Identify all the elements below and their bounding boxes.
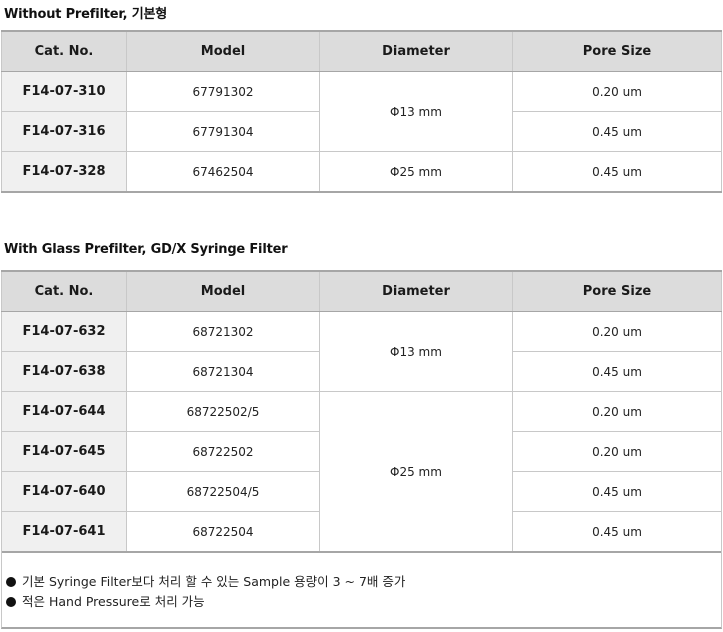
note-text: 기본 Syringe Filter보다 처리 할 수 있는 Sample 용량이… bbox=[22, 574, 406, 589]
pore-size-cell: 0.45 um bbox=[512, 151, 722, 193]
cat-no-cell: F14-07-644 bbox=[1, 391, 127, 432]
section-title-glass-prefilter: With Glass Prefilter, GD/X Syringe Filte… bbox=[4, 242, 288, 257]
header-diameter: Diameter bbox=[319, 30, 513, 72]
header-model: Model bbox=[126, 30, 320, 72]
model-cell: 68722502/5 bbox=[126, 391, 320, 432]
header-cat-no: Cat. No. bbox=[1, 30, 127, 72]
header-model: Model bbox=[126, 270, 320, 312]
section-title-without-prefilter: Without Prefilter, 기본형 bbox=[4, 7, 167, 22]
table-row: F14-07-644 68722502/5 Φ25 mm 0.20 um bbox=[1, 391, 722, 553]
pore-size-cell: 0.20 um bbox=[512, 431, 722, 472]
bullet-icon bbox=[6, 577, 16, 587]
header-pore-size: Pore Size bbox=[512, 270, 722, 312]
pore-size-cell: 0.45 um bbox=[512, 511, 722, 553]
model-cell: 67462504 bbox=[126, 151, 320, 193]
spec-table-glass-prefilter: Cat. No. Model Diameter Pore Size F14-07… bbox=[1, 270, 722, 553]
model-cell: 68721304 bbox=[126, 351, 320, 392]
bullet-icon bbox=[6, 597, 16, 607]
pore-size-cell: 0.20 um bbox=[512, 71, 722, 112]
note-item: 기본 Syringe Filter보다 처리 할 수 있는 Sample 용량이… bbox=[6, 571, 405, 590]
pore-size-cell: 0.45 um bbox=[512, 111, 722, 152]
model-cell: 67791302 bbox=[126, 71, 320, 112]
model-cell: 68721302 bbox=[126, 311, 320, 352]
cat-no-cell: F14-07-641 bbox=[1, 511, 127, 553]
pore-size-cell: 0.20 um bbox=[512, 391, 722, 432]
table-row: F14-07-310 67791302 Φ13 mm 0.20 um bbox=[1, 71, 722, 152]
table-row: F14-07-328 67462504 Φ25 mm 0.45 um bbox=[1, 151, 722, 193]
cat-no-cell: F14-07-310 bbox=[1, 71, 127, 112]
model-cell: 68722504 bbox=[126, 511, 320, 553]
model-cell: 67791304 bbox=[126, 111, 320, 152]
cat-no-cell: F14-07-316 bbox=[1, 111, 127, 152]
model-cell: 68722504/5 bbox=[126, 471, 320, 512]
diameter-cell: Φ13 mm bbox=[319, 311, 513, 392]
notes-box: 기본 Syringe Filter보다 처리 할 수 있는 Sample 용량이… bbox=[1, 551, 722, 629]
header-cat-no: Cat. No. bbox=[1, 270, 127, 312]
header-pore-size: Pore Size bbox=[512, 30, 722, 72]
cat-no-cell: F14-07-638 bbox=[1, 351, 127, 392]
diameter-cell: Φ13 mm bbox=[319, 71, 513, 152]
cat-no-cell: F14-07-640 bbox=[1, 471, 127, 512]
pore-size-cell: 0.45 um bbox=[512, 351, 722, 392]
diameter-cell: Φ25 mm bbox=[319, 151, 513, 193]
note-item: 적은 Hand Pressure로 처리 가능 bbox=[6, 591, 205, 610]
model-cell: 68722502 bbox=[126, 431, 320, 472]
diameter-cell: Φ25 mm bbox=[319, 391, 513, 553]
cat-no-cell: F14-07-645 bbox=[1, 431, 127, 472]
spec-table-without-prefilter: Cat. No. Model Diameter Pore Size F14-07… bbox=[1, 30, 722, 193]
header-diameter: Diameter bbox=[319, 270, 513, 312]
table-header-row: Cat. No. Model Diameter Pore Size bbox=[1, 30, 722, 72]
cat-no-cell: F14-07-632 bbox=[1, 311, 127, 352]
pore-size-cell: 0.45 um bbox=[512, 471, 722, 512]
table-header-row: Cat. No. Model Diameter Pore Size bbox=[1, 270, 722, 312]
table-row: F14-07-632 68721302 Φ13 mm 0.20 um bbox=[1, 311, 722, 392]
note-text: 적은 Hand Pressure로 처리 가능 bbox=[22, 594, 205, 609]
cat-no-cell: F14-07-328 bbox=[1, 151, 127, 193]
pore-size-cell: 0.20 um bbox=[512, 311, 722, 352]
